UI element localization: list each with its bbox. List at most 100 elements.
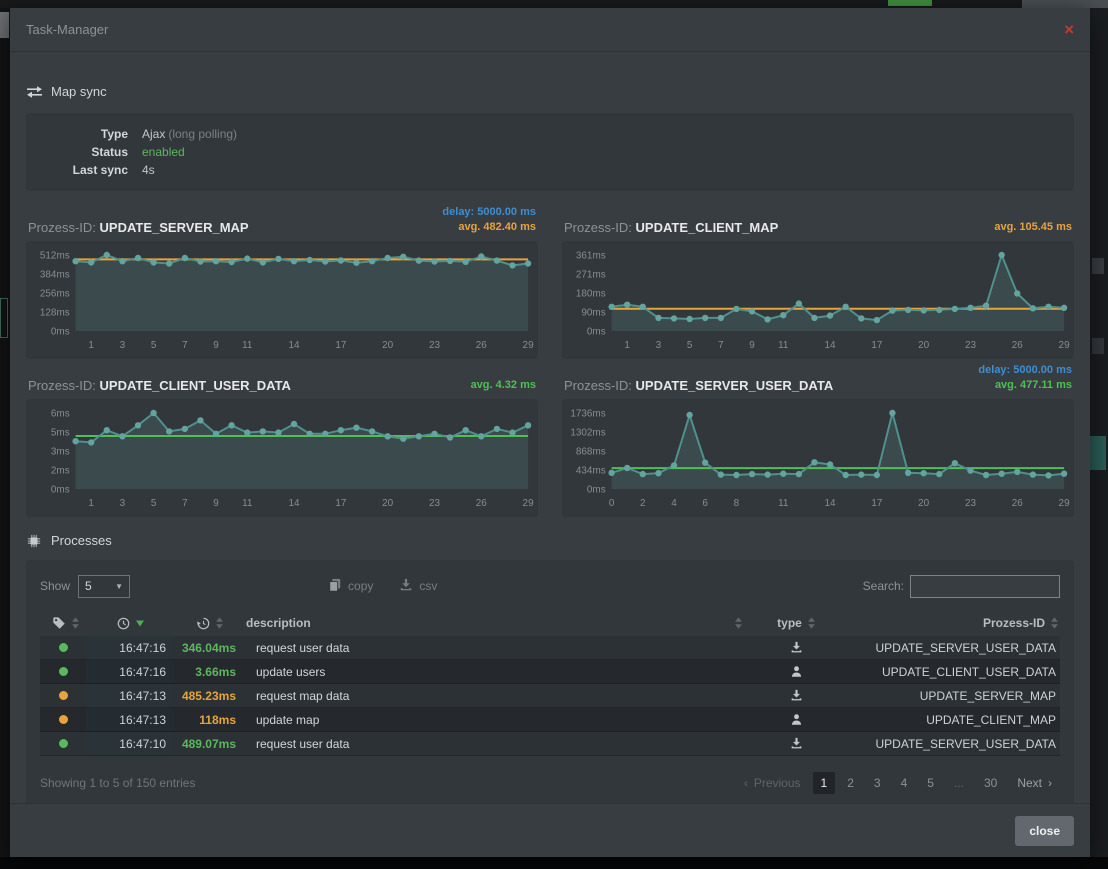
copy-button[interactable]: copy bbox=[328, 578, 373, 595]
type-cell bbox=[750, 636, 842, 659]
modal-body: Map sync Type Ajax(long polling) Status … bbox=[10, 52, 1090, 803]
pagination-page-30[interactable]: 30 bbox=[976, 772, 1005, 794]
chart-title-prefix: Prozess-ID: bbox=[28, 220, 96, 235]
map-sync-type-row: Type Ajax(long polling) bbox=[26, 125, 1074, 143]
type-cell bbox=[750, 708, 842, 731]
screen: Task-Manager × Map sync Type Ajax(long p… bbox=[0, 0, 1108, 869]
chart-title-prefix: Prozess-ID: bbox=[564, 378, 632, 393]
search-input[interactable] bbox=[910, 575, 1060, 598]
chart-avg-label: avg. 482.40 ms bbox=[442, 220, 536, 235]
show-entries-value: 5 bbox=[85, 579, 92, 593]
svg-text:26: 26 bbox=[1012, 498, 1023, 509]
table-row[interactable]: 16:47:16346.04msrequest user dataUPDATE_… bbox=[40, 636, 1060, 660]
description-cell: request user data bbox=[246, 636, 750, 659]
close-button[interactable]: close bbox=[1015, 816, 1074, 846]
svg-text:20: 20 bbox=[382, 498, 393, 509]
column-header-status[interactable] bbox=[40, 616, 86, 630]
table-row[interactable]: 16:47:10489.07msrequest user dataUPDATE_… bbox=[40, 732, 1060, 756]
show-label: Show bbox=[40, 579, 70, 593]
table-controls: Show 5 ▼ copy csv bbox=[40, 572, 1060, 600]
duration-cell: 346.04ms bbox=[174, 636, 246, 659]
csv-button-label: csv bbox=[419, 579, 437, 593]
duration-cell: 485.23ms bbox=[174, 684, 246, 707]
last-sync-label: Last sync bbox=[26, 161, 142, 179]
download-icon bbox=[790, 641, 803, 654]
column-header-description[interactable]: description bbox=[246, 616, 750, 630]
svg-text:90ms: 90ms bbox=[581, 307, 605, 318]
processes-panel: Show 5 ▼ copy csv bbox=[26, 560, 1074, 803]
time-cell: 16:47:13 bbox=[86, 684, 174, 707]
pagination-previous[interactable]: ‹Previous bbox=[736, 772, 809, 794]
description-cell: request user data bbox=[246, 732, 750, 755]
svg-text:0ms: 0ms bbox=[587, 484, 606, 495]
svg-text:361ms: 361ms bbox=[576, 250, 606, 261]
svg-text:26: 26 bbox=[476, 340, 487, 351]
time-cell: 16:47:10 bbox=[86, 732, 174, 755]
download-icon bbox=[790, 737, 803, 750]
pagination-page-4[interactable]: 4 bbox=[893, 772, 916, 794]
swap-arrows-icon bbox=[26, 85, 43, 99]
svg-text:0ms: 0ms bbox=[51, 326, 70, 337]
backdrop-right-strip bbox=[1090, 8, 1108, 857]
chevron-right-icon: › bbox=[1048, 776, 1052, 790]
chart-title: Prozess-ID: UPDATE_SERVER_MAP bbox=[28, 220, 249, 235]
svg-text:434ms: 434ms bbox=[576, 465, 606, 476]
svg-text:14: 14 bbox=[288, 340, 299, 351]
svg-text:29: 29 bbox=[1059, 498, 1070, 509]
sort-icon bbox=[735, 617, 742, 629]
table-header-row: description type Prozess-ID bbox=[40, 610, 1060, 636]
sort-icon bbox=[1051, 617, 1058, 629]
map-sync-heading-label: Map sync bbox=[51, 84, 107, 99]
svg-text:1302ms: 1302ms bbox=[570, 427, 605, 438]
time-cell: 16:47:16 bbox=[86, 636, 174, 659]
pagination-page-1[interactable]: 1 bbox=[813, 772, 836, 794]
prozess-id-cell: UPDATE_SERVER_USER_DATA bbox=[842, 732, 1060, 755]
entries-summary: Showing 1 to 5 of 150 entries bbox=[40, 776, 195, 790]
processes-heading-label: Processes bbox=[51, 533, 112, 548]
time-cell: 16:47:13 bbox=[86, 708, 174, 731]
close-icon[interactable]: × bbox=[1064, 21, 1074, 38]
table-row[interactable]: 16:47:163.66msupdate usersUPDATE_CLIENT_… bbox=[40, 660, 1060, 684]
svg-text:17: 17 bbox=[871, 340, 882, 351]
svg-text:5: 5 bbox=[151, 340, 157, 351]
svg-text:11: 11 bbox=[778, 340, 789, 351]
pagination: ‹Previous12345...30Next› bbox=[736, 772, 1060, 794]
clock-icon bbox=[117, 617, 130, 630]
svg-text:14: 14 bbox=[288, 498, 299, 509]
svg-text:7: 7 bbox=[718, 340, 724, 351]
table-row[interactable]: 16:47:13118msupdate mapUPDATE_CLIENT_MAP bbox=[40, 708, 1060, 732]
svg-text:8: 8 bbox=[734, 498, 740, 509]
csv-button[interactable]: csv bbox=[399, 578, 437, 595]
pagination-page-3[interactable]: 3 bbox=[866, 772, 889, 794]
table-row[interactable]: 16:47:13485.23msrequest map dataUPDATE_S… bbox=[40, 684, 1060, 708]
type-cell bbox=[750, 732, 842, 755]
svg-text:20: 20 bbox=[382, 340, 393, 351]
svg-text:26: 26 bbox=[476, 498, 487, 509]
status-cell bbox=[40, 684, 86, 707]
time-cell: 16:47:16 bbox=[86, 660, 174, 683]
chart-title-prefix: Prozess-ID: bbox=[564, 220, 632, 235]
backdrop-text-fragment bbox=[1092, 338, 1104, 354]
column-header-time[interactable] bbox=[86, 617, 174, 630]
svg-text:7: 7 bbox=[182, 340, 188, 351]
svg-text:0ms: 0ms bbox=[51, 484, 70, 495]
pagination-page-2[interactable]: 2 bbox=[839, 772, 862, 794]
column-header-prozess-id[interactable]: Prozess-ID bbox=[842, 616, 1060, 630]
show-entries-select[interactable]: 5 ▼ bbox=[78, 575, 130, 598]
status-dot bbox=[59, 715, 68, 724]
backdrop-teal-fragment bbox=[1090, 436, 1106, 470]
type-value-note: (long polling) bbox=[168, 127, 237, 141]
sort-desc-icon bbox=[136, 620, 144, 627]
tag-icon bbox=[52, 616, 66, 630]
svg-text:23: 23 bbox=[965, 498, 976, 509]
chart-delay-label: delay: 5000.00 ms bbox=[442, 205, 536, 220]
pagination-page-5[interactable]: 5 bbox=[919, 772, 942, 794]
chart-delay-label: delay: 5000.00 ms bbox=[978, 363, 1072, 378]
sort-icon bbox=[216, 617, 223, 629]
column-header-type[interactable]: type bbox=[750, 616, 842, 630]
svg-text:6ms: 6ms bbox=[51, 408, 70, 419]
backdrop-green-button bbox=[888, 0, 932, 6]
column-header-duration[interactable] bbox=[174, 617, 246, 630]
pagination-next[interactable]: Next› bbox=[1009, 772, 1060, 794]
chart-panel: 512ms384ms256ms128ms0ms13579111417202326… bbox=[26, 241, 538, 359]
